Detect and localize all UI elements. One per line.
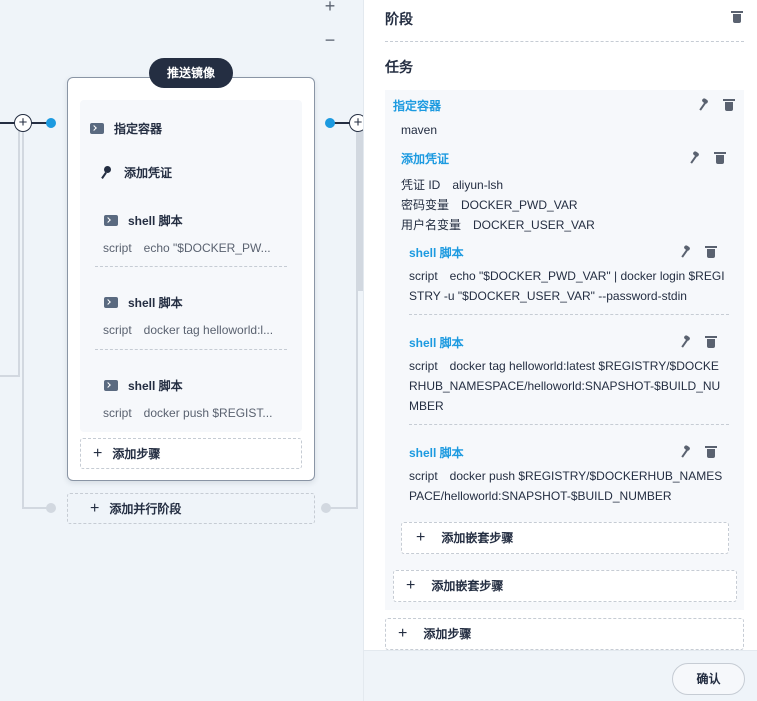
zoom-out-button[interactable]: −: [320, 30, 340, 50]
step-script: script docker push $REGIST...: [103, 406, 273, 420]
parallel-output-dot: [321, 503, 331, 513]
shell-script-text: script echo "$DOCKER_PWD_VAR" | docker lo…: [409, 269, 725, 303]
shell-step-title[interactable]: shell 脚本: [409, 334, 464, 351]
terminal-icon: [104, 215, 118, 226]
shell-step-title[interactable]: shell 脚本: [409, 244, 464, 261]
edit-shell-wrench-icon[interactable]: [679, 246, 691, 258]
step-label: shell 脚本: [128, 379, 183, 393]
delete-shell-trash-icon[interactable]: [705, 446, 717, 458]
step-divider: [409, 424, 729, 425]
step-label: 添加凭证: [124, 166, 173, 180]
step-divider: [95, 266, 287, 267]
shell-script-text: script docker push $REGISTRY/$DOCKERHUB_N…: [409, 469, 723, 503]
step-shell[interactable]: shell 脚本 script echo "$DOCKER_PW...: [103, 212, 302, 255]
step-label: 指定容器: [114, 122, 163, 136]
step-credential[interactable]: 添加凭证: [100, 164, 302, 181]
edit-shell-wrench-icon[interactable]: [679, 336, 691, 348]
add-nested-step-inner-button[interactable]: + 添加嵌套步骤: [401, 522, 729, 554]
pipeline-canvas: + − + + 指定容器 添加凭证 shell 脚本 script echo "$…: [0, 0, 363, 701]
credential-id-field: 凭证 ID aliyun-lsh: [401, 178, 504, 192]
prev-branch-line: [18, 131, 20, 377]
stage-output-dot: [325, 118, 335, 128]
step-container[interactable]: 指定容器: [90, 120, 302, 137]
confirm-button[interactable]: 确认: [672, 663, 745, 695]
step-script: script docker tag helloworld:l...: [103, 323, 274, 337]
edit-shell-wrench-icon[interactable]: [679, 446, 691, 458]
plus-icon: +: [93, 445, 103, 462]
step-label: shell 脚本: [128, 214, 183, 228]
delete-credential-trash-icon[interactable]: [714, 152, 726, 164]
add-parallel-stage-button[interactable]: + 添加并行阶段: [67, 493, 315, 524]
add-nested-step-outer-button[interactable]: + 添加嵌套步骤: [393, 570, 737, 602]
terminal-icon: [104, 297, 118, 308]
delete-shell-trash-icon[interactable]: [705, 336, 717, 348]
panel-footer: 确认: [364, 650, 757, 701]
container-value: maven: [401, 123, 438, 137]
prev-branch-line: [0, 375, 20, 377]
stage-card[interactable]: 指定容器 添加凭证 shell 脚本 script echo "$DOCKER_P…: [67, 77, 315, 481]
add-step-button[interactable]: + 添加步骤: [80, 438, 302, 469]
parallel-branch-line: [22, 131, 24, 509]
credential-password-var-field: 密码变量 DOCKER_PWD_VAR: [401, 198, 578, 212]
shell-script-text: script docker tag helloworld:latest $REGI…: [409, 359, 721, 413]
stage-title-badge[interactable]: 推送镜像: [149, 58, 233, 88]
step-label: shell 脚本: [128, 296, 183, 310]
terminal-icon: [104, 380, 118, 391]
zoom-in-button[interactable]: +: [320, 0, 340, 16]
container-step-title[interactable]: 指定容器: [393, 97, 441, 114]
step-divider: [95, 349, 287, 350]
stage-section-title: 阶段: [385, 11, 413, 27]
step-shell[interactable]: shell 脚本 script docker push $REGIST...: [103, 377, 302, 420]
panel-body: 阶段 任务 指定容器 maven 添加凭证 凭证 ID aliyun-lsh 密码…: [364, 0, 757, 650]
key-icon: [100, 165, 114, 180]
edit-container-wrench-icon[interactable]: [697, 99, 709, 111]
edit-credential-wrench-icon[interactable]: [688, 152, 700, 164]
credential-username-var-field: 用户名变量 DOCKER_USER_VAR: [401, 218, 595, 232]
step-script: script echo "$DOCKER_PW...: [103, 241, 271, 255]
task-section-title: 任务: [385, 59, 413, 75]
insert-stage-after-button[interactable]: +: [349, 114, 363, 132]
delete-shell-trash-icon[interactable]: [705, 246, 717, 258]
plus-icon: +: [90, 500, 100, 517]
plus-icon: +: [416, 529, 426, 546]
parallel-input-dot: [46, 503, 56, 513]
stage-input-dot: [46, 118, 56, 128]
step-divider: [409, 314, 729, 315]
delete-stage-trash-icon[interactable]: [731, 11, 743, 23]
stage-detail-panel: 阶段 任务 指定容器 maven 添加凭证 凭证 ID aliyun-lsh 密码…: [363, 0, 757, 701]
plus-icon: +: [406, 577, 416, 594]
credential-step-title[interactable]: 添加凭证: [401, 150, 449, 167]
step-shell[interactable]: shell 脚本 script docker tag helloworld:l..…: [103, 294, 302, 337]
task-container-box: 指定容器 maven 添加凭证 凭证 ID aliyun-lsh 密码变量 DOCK…: [385, 90, 744, 610]
add-step-button[interactable]: + 添加步骤: [385, 618, 744, 650]
plus-icon: +: [398, 625, 408, 642]
stage-box-divider: [385, 41, 744, 42]
stage-steps-list: 指定容器 添加凭证 shell 脚本 script echo "$DOCKER_P…: [80, 100, 302, 432]
shell-step-title[interactable]: shell 脚本: [409, 444, 464, 461]
delete-container-trash-icon[interactable]: [723, 99, 735, 111]
terminal-icon: [90, 123, 104, 134]
insert-stage-before-button[interactable]: +: [14, 114, 32, 132]
